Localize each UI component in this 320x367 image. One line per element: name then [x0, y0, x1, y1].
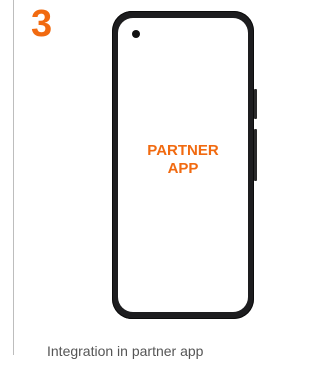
phone-illustration: PARTNER APP [112, 11, 260, 321]
step-number: 3 [31, 3, 53, 45]
volume-button [254, 129, 257, 181]
camera-icon [132, 30, 140, 38]
partner-app-label: PARTNER APP [118, 142, 248, 178]
partner-app-label-line1: PARTNER [147, 142, 219, 159]
partner-app-label-line2: APP [167, 160, 199, 177]
phone-screen: PARTNER APP [118, 18, 248, 312]
phone-frame: PARTNER APP [112, 11, 254, 319]
power-button [254, 89, 257, 119]
vertical-divider [13, 0, 14, 355]
step-caption: Integration in partner app [47, 343, 204, 359]
